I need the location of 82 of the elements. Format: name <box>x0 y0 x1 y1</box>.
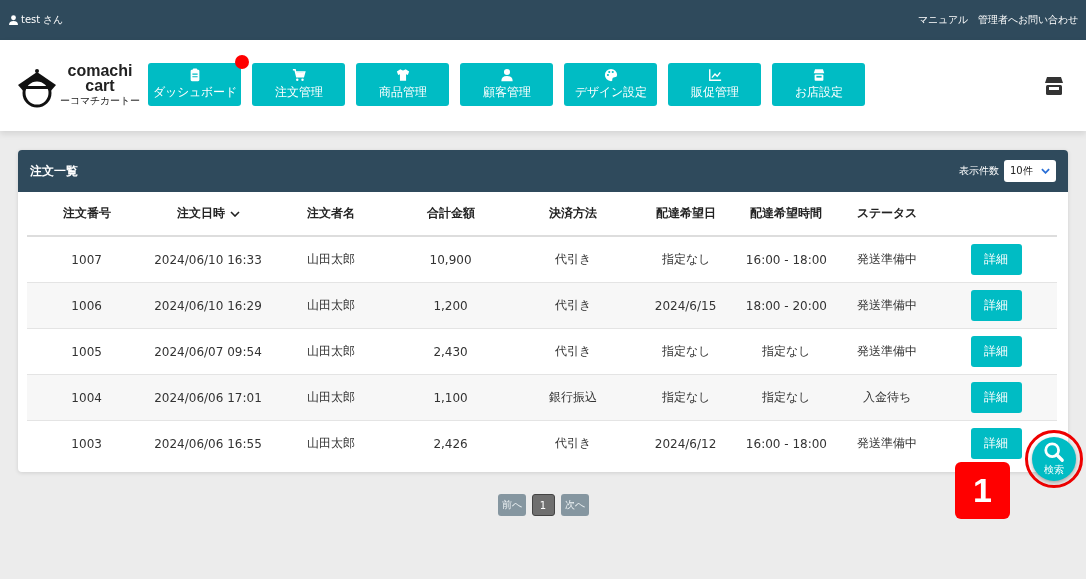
column-header[interactable]: 決済方法 <box>548 206 597 220</box>
table-cell: 代引き <box>554 436 591 450</box>
table-cell: 1007 <box>71 252 102 267</box>
user-icon <box>499 68 514 82</box>
page-button[interactable]: 1 <box>531 494 555 516</box>
table-cell: 発送準備中 <box>857 344 918 358</box>
store-icon <box>811 68 826 82</box>
table-cell: 銀行振込 <box>548 390 597 404</box>
table-cell: 2024/6/15 <box>654 298 717 313</box>
table-cell: 指定なし <box>762 344 811 358</box>
cart-icon <box>291 68 306 82</box>
column-header[interactable]: 配達希望日 <box>655 206 716 220</box>
column-header[interactable]: 合計金額 <box>426 206 475 220</box>
column-header[interactable]: 配達希望時間 <box>750 206 823 220</box>
logo-title: comachi cart <box>67 63 133 93</box>
table-cell: 2024/6/12 <box>654 436 717 451</box>
page-size-label: 表示件数 <box>959 164 999 178</box>
header-link[interactable]: 管理者へお問い合わせ <box>978 13 1078 27</box>
nav-button[interactable]: デザイン設定 <box>564 63 657 106</box>
table-cell: 1,100 <box>433 390 468 405</box>
table-cell: 2,426 <box>433 436 468 451</box>
column-header[interactable]: 注文番号 <box>62 206 111 220</box>
nav-button[interactable]: 注文管理 <box>252 63 345 106</box>
detail-button[interactable]: 詳細 <box>970 244 1022 275</box>
table-cell: 10,900 <box>429 252 472 267</box>
detail-button[interactable]: 詳細 <box>970 336 1022 367</box>
table-cell: 2024/06/06 17:01 <box>154 390 262 405</box>
table-cell: 代引き <box>554 298 591 312</box>
table-cell: 指定なし <box>661 344 710 358</box>
table-cell: 16:00 - 18:00 <box>745 252 827 267</box>
step-number-badge: 1 <box>955 462 1010 519</box>
column-header[interactable]: 注文者名 <box>307 206 356 220</box>
table-cell: 1003 <box>71 436 102 451</box>
nav-button[interactable]: 販促管理 <box>668 63 761 106</box>
search-icon <box>1043 441 1065 463</box>
table-cell: 18:00 - 20:00 <box>745 298 827 313</box>
table-cell: 山田太郎 <box>307 252 356 266</box>
table-cell: 16:00 - 18:00 <box>745 436 827 451</box>
header-link[interactable]: マニュアル <box>918 13 968 27</box>
user-name: test さん <box>21 13 64 27</box>
table-cell: 2024/06/07 09:54 <box>154 344 262 359</box>
detail-button[interactable]: 詳細 <box>970 428 1022 459</box>
search-button[interactable]: 検索 <box>1032 437 1076 481</box>
table-cell: 代引き <box>554 252 591 266</box>
table-cell: 2024/06/10 16:33 <box>154 252 262 267</box>
sort-chevron-icon[interactable] <box>229 211 240 217</box>
column-header[interactable]: ステータス <box>857 206 918 220</box>
palette-icon <box>603 68 618 82</box>
store-icon[interactable] <box>1044 76 1064 95</box>
nav-button[interactable]: 商品管理 <box>356 63 449 106</box>
table-cell: 山田太郎 <box>307 298 356 312</box>
table-cell: 入金待ち <box>863 390 912 404</box>
table-cell: 1006 <box>71 298 102 313</box>
table-cell: 代引き <box>554 344 591 358</box>
table-cell: 指定なし <box>762 390 811 404</box>
table-cell: 発送準備中 <box>857 252 918 266</box>
column-header[interactable]: 注文日時 <box>176 206 225 220</box>
chevron-down-icon <box>1041 168 1050 174</box>
table-cell: 1004 <box>71 390 102 405</box>
table-cell: 1,200 <box>433 298 468 313</box>
table-cell: 指定なし <box>661 390 710 404</box>
page-size-select[interactable]: 10件 <box>1004 160 1056 182</box>
shirt-icon <box>395 68 410 82</box>
line-chart-icon <box>707 68 722 82</box>
table-cell: 2,430 <box>433 344 468 359</box>
detail-button[interactable]: 詳細 <box>970 382 1022 413</box>
user-icon <box>9 15 18 25</box>
table-cell: 2024/06/10 16:29 <box>154 298 262 313</box>
panel-title: 注文一覧 <box>30 162 78 180</box>
detail-button[interactable]: 詳細 <box>970 290 1022 321</box>
table-cell: 指定なし <box>661 252 710 266</box>
nav-button[interactable]: ダッシュボード <box>148 63 241 106</box>
table-cell: 1005 <box>71 344 102 359</box>
table-cell: 2024/06/06 16:55 <box>154 436 262 451</box>
table-cell: 山田太郎 <box>307 390 356 404</box>
table-cell: 山田太郎 <box>307 436 356 450</box>
nav-button[interactable]: お店設定 <box>772 63 865 106</box>
nav-button[interactable]: 顧客管理 <box>460 63 553 106</box>
table-cell: 発送準備中 <box>857 436 918 450</box>
table-cell: 山田太郎 <box>307 344 356 358</box>
logo-subtitle: ーコマチカートー <box>60 94 140 108</box>
table-cell: 発送準備中 <box>857 298 918 312</box>
